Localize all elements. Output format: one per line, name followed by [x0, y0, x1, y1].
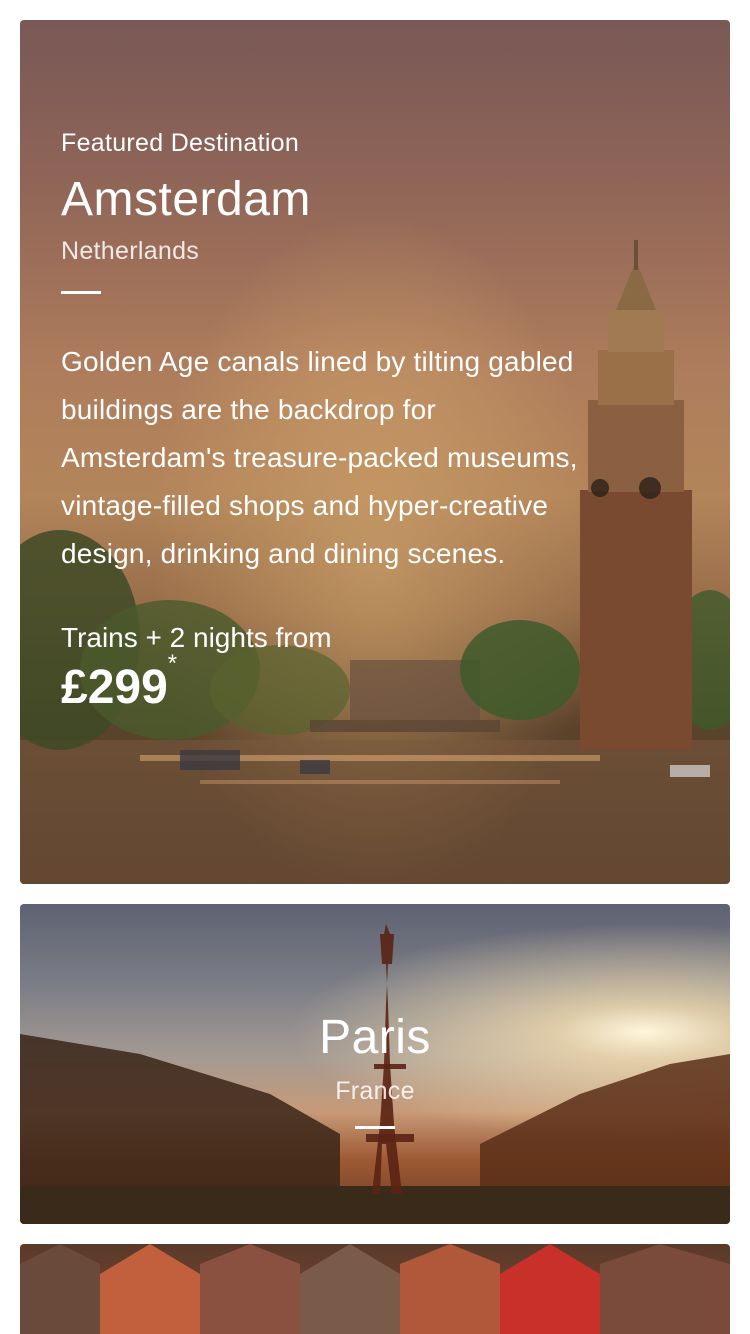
- destination-card-next[interactable]: [20, 1244, 730, 1334]
- featured-destination-card[interactable]: Featured Destination Amsterdam Netherlan…: [20, 20, 730, 884]
- title-divider: [355, 1126, 395, 1129]
- card-country: France: [335, 1077, 415, 1105]
- title-divider: [61, 291, 101, 294]
- rooftops-photo: [20, 1244, 730, 1334]
- price: £299: [61, 661, 168, 714]
- price-footnote-marker: *: [167, 650, 178, 677]
- featured-content: Featured Destination Amsterdam Netherlan…: [61, 126, 601, 716]
- featured-eyebrow: Featured Destination: [61, 129, 300, 157]
- destination-card-paris[interactable]: Paris France: [20, 904, 730, 1224]
- card-city-title: Paris: [319, 1011, 431, 1064]
- offer-label: Trains + 2 nights from: [61, 622, 332, 653]
- price-row: £299 *: [61, 650, 601, 716]
- featured-country: Netherlands: [61, 237, 200, 265]
- paris-content: Paris France: [20, 1010, 730, 1129]
- featured-description: Golden Age canals lined by tilting gable…: [61, 346, 578, 569]
- featured-city-title: Amsterdam: [61, 173, 311, 226]
